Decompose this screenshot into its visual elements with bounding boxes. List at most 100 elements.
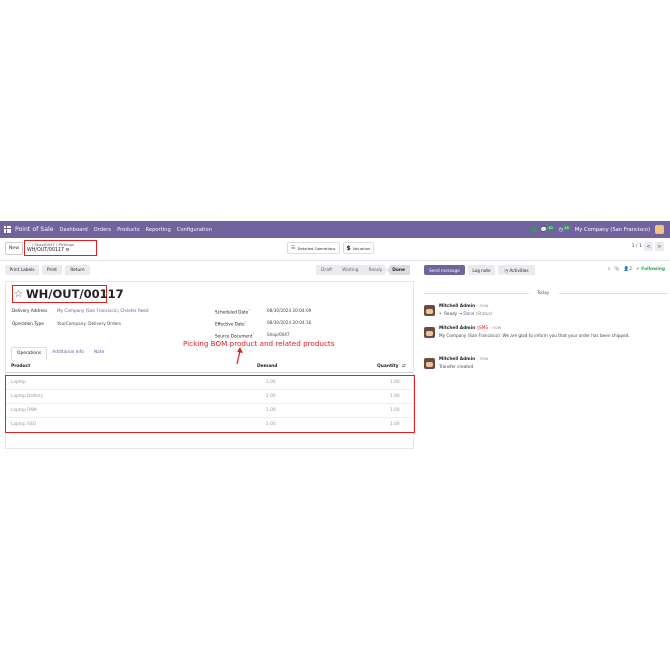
gear-icon[interactable]: ⚙ bbox=[66, 248, 70, 253]
message-time: now bbox=[492, 326, 502, 331]
following-label: Following bbox=[641, 266, 665, 272]
col-product[interactable]: Product bbox=[11, 364, 30, 369]
chatter-panel: Send message Log note ◷ Activities ⌕ 📎 👤… bbox=[420, 260, 670, 449]
line-product: Laptop RAM bbox=[11, 408, 37, 413]
dollar-icon: $ bbox=[346, 244, 351, 252]
valuation-button[interactable]: $ Valuation bbox=[342, 242, 375, 254]
scheduled-date-label: Scheduled Date? bbox=[215, 308, 250, 315]
line-demand: 1.00 bbox=[266, 422, 276, 427]
message-body: Transfer created bbox=[439, 364, 474, 369]
source-document-label: Source Document? bbox=[215, 332, 255, 339]
valuation-label: Valuation bbox=[352, 245, 371, 251]
breadcrumb-shop[interactable]: Shop/0047 bbox=[34, 242, 55, 247]
pager-next-icon[interactable]: > bbox=[655, 242, 664, 251]
tab-additional-info[interactable]: Additional Info bbox=[47, 347, 89, 360]
user-avatar[interactable] bbox=[655, 225, 664, 234]
navbar-systray: 💬10 ◷24 My Company (San Francisco) bbox=[531, 221, 664, 238]
source-document-value[interactable]: Shop/0047 bbox=[267, 332, 290, 337]
top-navbar: Point of Sale Dashboard Orders Products … bbox=[0, 221, 670, 238]
breadcrumb: ... / Shop/0047 / Pickings WH/OUT/00117 … bbox=[24, 240, 97, 256]
followers-button[interactable]: 👤2 bbox=[624, 267, 632, 272]
paperclip-icon[interactable]: 📎 bbox=[614, 267, 619, 272]
tracking-old-value: Ready bbox=[444, 311, 458, 316]
operation-type-value[interactable]: YourCompany: Delivery Orders bbox=[57, 321, 121, 326]
message-body: My Company (San Francisco): We are glad … bbox=[439, 333, 630, 338]
line-product: Laptop SSD bbox=[11, 422, 36, 427]
activities-label: Activities bbox=[509, 267, 529, 273]
detailed-operations-button[interactable]: ☰ Detailed Operations bbox=[287, 242, 340, 254]
activities-button[interactable]: ◷ Activities bbox=[498, 265, 535, 275]
pager-prev-icon[interactable]: < bbox=[644, 242, 653, 251]
menu-orders[interactable]: Orders bbox=[94, 227, 111, 233]
following-button[interactable]: ✔ Following bbox=[636, 267, 665, 272]
star-icon[interactable]: ☆ bbox=[14, 289, 23, 300]
return-button[interactable]: Return bbox=[65, 265, 90, 275]
message-author[interactable]: Mitchell Admin bbox=[439, 357, 475, 362]
line-demand: 1.00 bbox=[266, 394, 276, 399]
print-labels-button[interactable]: Print Labels bbox=[5, 265, 39, 275]
col-demand[interactable]: Demand bbox=[257, 364, 277, 369]
tab-operations[interactable]: Operations bbox=[11, 347, 48, 360]
avatar[interactable] bbox=[424, 358, 435, 369]
tracking-field: (Status) bbox=[475, 311, 493, 316]
messages-icon[interactable]: 💬10 bbox=[541, 225, 554, 233]
line-product: Laptop bbox=[11, 380, 26, 385]
breadcrumb-ellipsis[interactable]: ... bbox=[27, 242, 31, 247]
breadcrumb-pickings[interactable]: Pickings bbox=[59, 242, 74, 247]
control-panel: New ... / Shop/0047 / Pickings WH/OUT/00… bbox=[0, 238, 670, 261]
stage-waiting[interactable]: Waiting bbox=[337, 265, 364, 275]
form-statusbar: Print Labels Print Return Draft Waiting … bbox=[5, 265, 410, 275]
company-switcher[interactable]: My Company (San Francisco) bbox=[575, 227, 650, 233]
table-row[interactable]: Laptop RAM 1.00 1.00 bbox=[6, 404, 414, 418]
menu-configuration[interactable]: Configuration bbox=[177, 227, 212, 233]
sms-label: SMS bbox=[478, 326, 489, 331]
table-row[interactable]: Laptop 1.00 1.00 bbox=[6, 376, 414, 390]
line-quantity: 1.00 bbox=[390, 408, 400, 413]
avatar[interactable] bbox=[424, 327, 435, 338]
line-demand: 1.00 bbox=[266, 380, 276, 385]
message-author[interactable]: Mitchell Admin bbox=[439, 304, 475, 309]
followers-count: 2 bbox=[629, 266, 633, 272]
stage-ready[interactable]: Ready bbox=[364, 265, 388, 275]
column-settings-icon[interactable]: ⇄ bbox=[402, 364, 406, 369]
menu-products[interactable]: Products bbox=[117, 227, 139, 233]
form-sheet: ☆ WH/OUT/00117 Delivery Address My Compa… bbox=[5, 281, 415, 449]
avatar[interactable] bbox=[424, 305, 435, 316]
apps-grid-icon[interactable] bbox=[4, 226, 11, 233]
effective-date-value[interactable]: 08/30/2024 20:04:16 bbox=[267, 320, 311, 325]
activities-badge: 24 bbox=[563, 225, 570, 230]
menu-reporting[interactable]: Reporting bbox=[146, 227, 171, 233]
app-brand[interactable]: Point of Sale bbox=[15, 226, 54, 233]
breadcrumb-record: WH/OUT/00117 bbox=[27, 248, 65, 253]
stage-draft[interactable]: Draft bbox=[316, 265, 338, 275]
log-note-button[interactable]: Log note bbox=[468, 265, 495, 275]
print-button[interactable]: Print bbox=[42, 265, 62, 275]
delivery-address-label: Delivery Address bbox=[12, 308, 48, 313]
message-time: now bbox=[479, 304, 489, 309]
date-separator: Today bbox=[424, 290, 668, 296]
new-button[interactable]: New bbox=[5, 242, 23, 255]
line-product: Laptop Battery bbox=[11, 394, 44, 399]
pager-value[interactable]: 1 / 1 bbox=[632, 244, 642, 249]
activities-icon[interactable]: ◷24 bbox=[559, 225, 570, 233]
message-author[interactable]: Mitchell Admin bbox=[439, 326, 475, 331]
pos-app: Point of Sale Dashboard Orders Products … bbox=[0, 221, 670, 449]
send-message-button[interactable]: Send message bbox=[424, 265, 465, 275]
stage-done[interactable]: Done bbox=[387, 265, 410, 275]
messages-badge: 10 bbox=[547, 225, 554, 230]
col-quantity[interactable]: Quantity bbox=[377, 364, 399, 369]
form-tabs: Operations Additional Info Note bbox=[11, 347, 109, 360]
scheduled-date-value[interactable]: 08/30/2024 20:04:09 bbox=[267, 308, 311, 313]
table-row[interactable]: Laptop SSD 1.00 1.00 bbox=[6, 418, 414, 431]
delivery-address-value[interactable]: My Company (San Francisco), Chester Reed bbox=[57, 308, 149, 313]
menu-dashboard[interactable]: Dashboard bbox=[60, 227, 88, 233]
status-pipeline: Draft Waiting Ready Done bbox=[316, 265, 410, 275]
operations-table-header: Product Demand Quantity ⇄ bbox=[6, 362, 413, 373]
message-body: • Ready → Done (Status) bbox=[439, 311, 493, 316]
search-icon[interactable]: ⌕ bbox=[608, 266, 610, 272]
tab-note[interactable]: Note bbox=[89, 347, 109, 360]
table-row[interactable]: Laptop Battery 1.00 1.00 bbox=[6, 390, 414, 404]
smart-buttons: ☰ Detailed Operations $ Valuation bbox=[287, 242, 375, 254]
line-quantity: 1.00 bbox=[390, 394, 400, 399]
effective-date-label: Effective Date? bbox=[215, 320, 247, 327]
